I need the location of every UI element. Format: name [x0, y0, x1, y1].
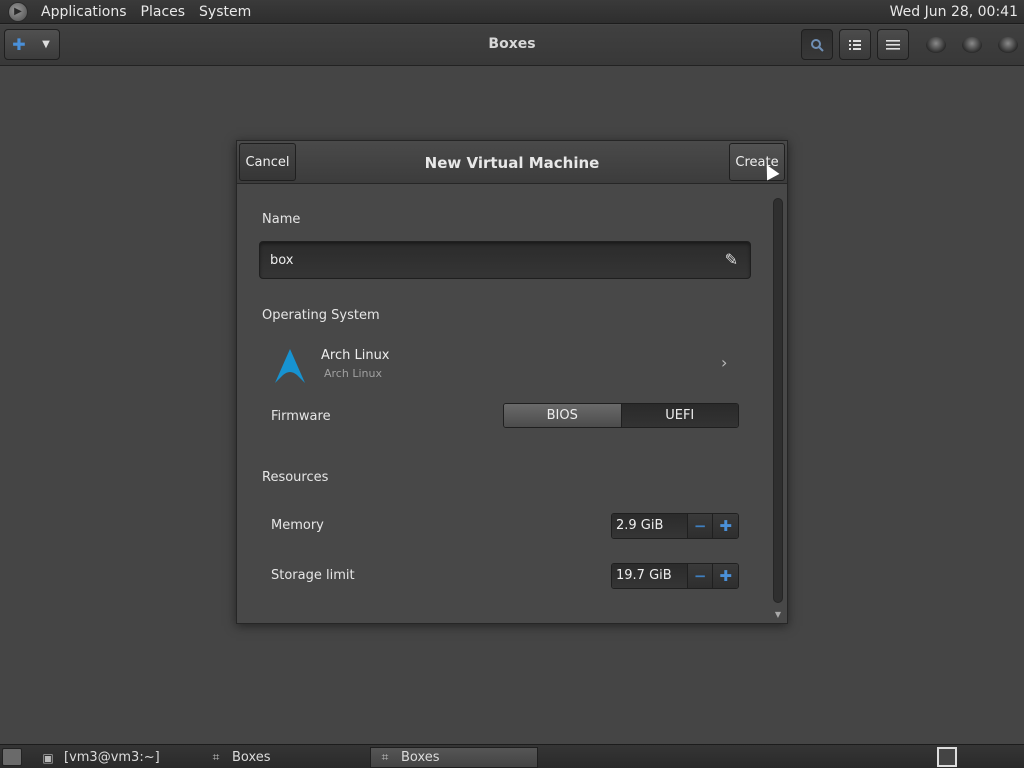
- storage-decrease-icon[interactable]: −: [686, 564, 713, 588]
- storage-label: Storage limit: [271, 568, 355, 583]
- storage-increase-icon[interactable]: ✚: [712, 564, 738, 588]
- applications-menu[interactable]: Applications: [34, 4, 134, 20]
- scrollbar-thumb[interactable]: [773, 198, 783, 603]
- memory-value[interactable]: 2.9 GiB: [612, 514, 687, 538]
- boxes-icon: ⌗: [212, 750, 220, 764]
- storage-stepper[interactable]: 19.7 GiB − ✚: [611, 563, 739, 589]
- pencil-icon[interactable]: ✎: [725, 250, 738, 269]
- list-view-button[interactable]: [839, 29, 871, 60]
- scroll-down-icon[interactable]: ▼: [773, 610, 783, 619]
- top-panel: ▶ Applications Places System Wed Jun 28,…: [0, 0, 1024, 24]
- firmware-label: Firmware: [271, 409, 331, 424]
- memory-stepper[interactable]: 2.9 GiB − ✚: [611, 513, 739, 539]
- dialog-title: New Virtual Machine: [424, 154, 600, 172]
- hamburger-menu-icon: [886, 39, 900, 50]
- taskbar-item-label: [vm3@vm3:~]: [64, 750, 160, 765]
- header-bar: ✚ ▼ Boxes: [0, 25, 1024, 66]
- menu-button[interactable]: [877, 29, 909, 60]
- close-window-button[interactable]: [998, 37, 1018, 53]
- system-menu[interactable]: System: [192, 4, 258, 20]
- memory-decrease-icon[interactable]: −: [686, 514, 713, 538]
- firmware-toggle[interactable]: BIOS UEFI: [503, 403, 739, 428]
- storage-value[interactable]: 19.7 GiB: [612, 564, 687, 588]
- taskbar-item-boxes[interactable]: ⌗ Boxes: [202, 747, 364, 768]
- memory-label: Memory: [271, 518, 324, 533]
- search-icon: [811, 38, 824, 52]
- os-section-label: Operating System: [262, 308, 380, 323]
- chevron-right-icon[interactable]: ›: [721, 353, 727, 372]
- os-subtitle: Arch Linux: [324, 367, 382, 380]
- arch-linux-logo-icon: [275, 349, 305, 383]
- clock[interactable]: Wed Jun 28, 00:41: [890, 4, 1018, 20]
- taskbar-item-label: Boxes: [232, 750, 271, 765]
- os-name[interactable]: Arch Linux: [321, 348, 390, 363]
- boxes-icon: ⌗: [381, 750, 389, 764]
- bottom-panel: ▣ [vm3@vm3:~] ⌗ Boxes ⌗ Boxes: [0, 744, 1024, 768]
- taskbar-item-boxes-active[interactable]: ⌗ Boxes: [370, 747, 538, 768]
- search-button[interactable]: [801, 29, 833, 60]
- list-view-icon: [849, 39, 861, 50]
- firmware-uefi-option[interactable]: UEFI: [620, 404, 738, 427]
- taskbar-item-terminal[interactable]: ▣ [vm3@vm3:~]: [34, 747, 194, 768]
- name-value[interactable]: box: [270, 253, 294, 268]
- workspace-switcher[interactable]: [937, 747, 957, 767]
- firmware-bios-option[interactable]: BIOS: [504, 404, 621, 427]
- name-field[interactable]: box ✎: [259, 241, 751, 279]
- maximize-window-button[interactable]: [962, 37, 982, 53]
- terminal-icon: ▣: [42, 750, 54, 765]
- dialog-scrollbar[interactable]: ▼: [773, 196, 783, 619]
- minimize-window-button[interactable]: [926, 37, 946, 53]
- name-label: Name: [262, 212, 301, 227]
- taskbar-item-label: Boxes: [401, 750, 440, 765]
- dialog-header: Cancel New Virtual Machine Create: [237, 141, 787, 184]
- places-menu[interactable]: Places: [134, 4, 193, 20]
- main-menu-icon[interactable]: ▶: [8, 1, 28, 22]
- resources-label: Resources: [262, 470, 329, 485]
- new-vm-dialog: Cancel New Virtual Machine Create Name b…: [236, 140, 788, 624]
- memory-increase-icon[interactable]: ✚: [712, 514, 738, 538]
- show-desktop-icon[interactable]: [2, 748, 22, 766]
